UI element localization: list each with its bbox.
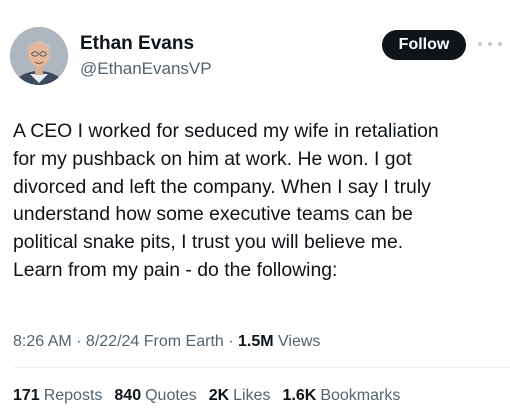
divider: [13, 367, 510, 368]
tweet-date[interactable]: 8/22/24: [86, 333, 139, 350]
avatar[interactable]: [10, 27, 68, 85]
profile-photo-icon: [10, 27, 68, 85]
more-options-icon[interactable]: [478, 38, 502, 50]
quotes-stat[interactable]: 840 Quotes: [114, 386, 196, 406]
tweet-time[interactable]: 8:26 AM: [13, 333, 72, 350]
quotes-count: 840: [114, 387, 142, 404]
views-count: 1.5M: [238, 333, 274, 350]
tweet-text-line: understand how some executive teams can …: [13, 203, 413, 226]
tweet-card: Ethan Evans @EthanEvansVP Follow A CEO I…: [0, 0, 510, 420]
tweet-text-line: A CEO I worked for seduced my wife in re…: [13, 120, 439, 142]
author-display-name[interactable]: Ethan Evans: [80, 33, 212, 55]
likes-stat[interactable]: 2K Likes: [209, 386, 271, 406]
likes-label: Likes: [233, 387, 271, 404]
follow-button[interactable]: Follow: [382, 30, 466, 60]
more-dot: [498, 42, 502, 46]
bookmarks-label: Bookmarks: [320, 387, 401, 404]
meta-separator: ·: [223, 333, 238, 350]
quotes-label: Quotes: [145, 387, 197, 404]
tweet-meta: 8:26 AM · 8/22/24 From Earth · 1.5M View…: [13, 332, 320, 352]
more-dot: [488, 42, 492, 46]
bookmarks-count: 1.6K: [282, 387, 317, 404]
engagement-stats: 171 Reposts 840 Quotes 2K Likes 1.6K Bookmar…: [13, 386, 400, 406]
tweet-text: A CEO I worked for seduced my wife in re…: [13, 118, 503, 285]
author-handle[interactable]: @EthanEvansVP: [80, 58, 212, 80]
more-dot: [478, 42, 482, 46]
bookmarks-stat[interactable]: 1.6K Bookmarks: [283, 386, 401, 406]
reposts-count: 171: [13, 387, 40, 404]
tweet-text-line: political snake pits, I trust you will b…: [13, 231, 404, 254]
views-label: Views: [278, 333, 321, 350]
reposts-label: Reposts: [43, 387, 103, 404]
tweet-text-line: Learn from my pain - do the following:: [13, 258, 338, 281]
author-info: Ethan Evans @EthanEvansVP: [80, 33, 212, 80]
tweet-text-line: divorced and left the company. When I sa…: [13, 175, 431, 198]
tweet-location: From Earth: [143, 333, 224, 350]
tweet-text-line: for my pushback on him at work. He won. …: [13, 147, 412, 170]
likes-count: 2K: [208, 387, 230, 404]
meta-separator: ·: [71, 333, 86, 350]
reposts-stat[interactable]: 171 Reposts: [13, 386, 102, 406]
